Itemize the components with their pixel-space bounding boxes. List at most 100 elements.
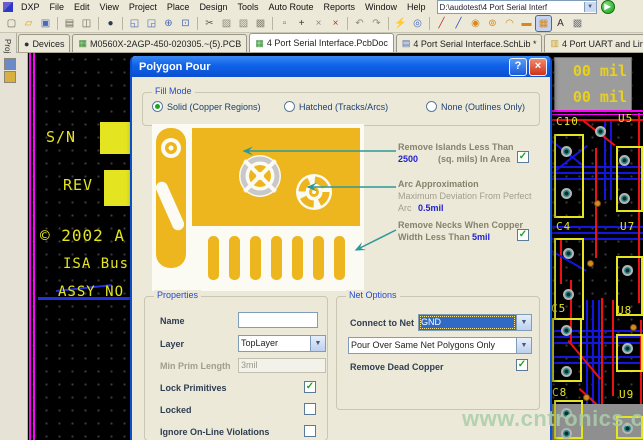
print-icon[interactable]: ▤: [62, 16, 77, 31]
pad: [561, 146, 572, 157]
tab-m0560x-2agp-450-020305-5-pcb[interactable]: ▦M0560X-2AGP-450-020305.~(5).PCB: [72, 34, 247, 52]
copy-icon[interactable]: ▨: [219, 16, 234, 31]
panel-icon[interactable]: [4, 71, 16, 83]
remove-necks-label: Remove Necks When Copper: [398, 220, 523, 230]
arc-approximation-desc: Maximum Deviation From Perfect: [398, 191, 532, 201]
menu-item-tools[interactable]: Tools: [232, 1, 263, 14]
deselect-icon[interactable]: ×: [311, 16, 326, 31]
menu-item-auto-route[interactable]: Auto Route: [263, 1, 318, 14]
toolbar-separator: [98, 17, 99, 30]
properties-caption: Properties: [154, 290, 201, 300]
tab-devices[interactable]: ●Devices: [18, 34, 70, 52]
chevron-down-icon[interactable]: ▼: [310, 336, 325, 351]
locked-label: Locked: [160, 405, 192, 415]
menu-item-help[interactable]: Help: [402, 1, 431, 14]
remove-islands-checkbox[interactable]: ✓: [517, 151, 529, 163]
move-icon[interactable]: +: [294, 16, 309, 31]
help-advisor-icon[interactable]: ▶: [601, 0, 615, 14]
pad-icon[interactable]: ◉: [468, 16, 483, 31]
radio-solid[interactable]: [152, 101, 163, 112]
interactive-route-icon[interactable]: ╱: [434, 16, 449, 31]
remove-islands-value[interactable]: 2500: [398, 154, 418, 164]
paste-array-icon[interactable]: ▩: [253, 16, 268, 31]
pad: [563, 289, 574, 300]
projects-panel-edge[interactable]: [0, 53, 28, 440]
menu-item-window[interactable]: Window: [360, 1, 402, 14]
menu-item-view[interactable]: View: [95, 1, 124, 14]
print-preview-icon[interactable]: ◫: [79, 16, 94, 31]
remove-islands-label: Remove Islands Less Than: [398, 142, 514, 152]
via-icon[interactable]: ⊚: [485, 16, 500, 31]
pour-over-value: Pour Over Same Net Polygons Only: [349, 338, 516, 353]
remove-necks-checkbox[interactable]: ✓: [517, 229, 529, 241]
component-icon[interactable]: ▩: [570, 16, 585, 31]
zoom-in-icon[interactable]: ⊕: [161, 16, 176, 31]
toolbar-separator: [122, 17, 123, 30]
clear-filter-icon[interactable]: ×: [328, 16, 343, 31]
autoroute-icon[interactable]: ⚡: [393, 16, 408, 31]
remove-necks-value[interactable]: 5mil: [472, 232, 490, 242]
arc-icon[interactable]: ◠: [502, 16, 517, 31]
tab-4-port-serial-interface-schlib[interactable]: ▤4 Port Serial Interface.SchLib *: [396, 34, 543, 52]
radio-hatched-label[interactable]: Hatched (Tracks/Arcs): [299, 102, 388, 112]
devices-icon: ●: [24, 39, 29, 49]
save-icon[interactable]: ▣: [38, 16, 53, 31]
polygon-pour-icon[interactable]: ▦: [536, 16, 551, 31]
zoom-area-icon[interactable]: ⊡: [178, 16, 193, 31]
panel-icon[interactable]: [4, 58, 16, 70]
radio-none-label[interactable]: None (Outlines Only): [441, 102, 525, 112]
paste-icon[interactable]: ▧: [236, 16, 251, 31]
menu-item-reports[interactable]: Reports: [319, 1, 361, 14]
new-document-icon[interactable]: ▢: [4, 16, 19, 31]
remove-dead-copper-checkbox[interactable]: ✓: [516, 359, 528, 371]
menu-items: DXPFileEditViewProjectPlaceDesignToolsAu…: [16, 1, 431, 14]
menu-item-design[interactable]: Design: [194, 1, 232, 14]
dxp-logo-icon: [3, 2, 13, 12]
differential-route-icon[interactable]: ╱: [451, 16, 466, 31]
connect-to-net-select[interactable]: GND ▼: [418, 314, 532, 331]
pad: [561, 325, 572, 336]
toolbar-separator: [272, 17, 273, 30]
chevron-down-icon[interactable]: ▼: [516, 338, 531, 353]
zoom-document-icon[interactable]: ◱: [127, 16, 142, 31]
ignore-violations-checkbox[interactable]: [304, 425, 316, 437]
layer-select[interactable]: TopLayer ▼: [238, 335, 326, 352]
cut-icon[interactable]: ✂: [202, 16, 217, 31]
document-path-combo[interactable]: D:\audotest\4 Port Serial Interf ▼: [437, 0, 597, 14]
fill-icon[interactable]: ▬: [519, 16, 534, 31]
menu-item-place[interactable]: Place: [162, 1, 195, 14]
pour-over-select[interactable]: Pour Over Same Net Polygons Only ▼: [348, 337, 532, 354]
tab-4-port-serial-interface-pcbdoc[interactable]: ▦4 Port Serial Interface.PcbDoc: [249, 33, 394, 52]
help-button[interactable]: ?: [509, 58, 527, 76]
silkscreen-text: S/N: [46, 128, 76, 146]
silkscreen-text: ISA Bus: [63, 256, 129, 272]
zoom-sheet-icon[interactable]: ◲: [144, 16, 159, 31]
lock-primitives-checkbox[interactable]: ✓: [304, 381, 316, 393]
connect-to-net-label: Connect to Net: [350, 318, 414, 328]
combo-dropdown-icon[interactable]: ▼: [584, 2, 596, 12]
menu-item-edit[interactable]: Edit: [69, 1, 95, 14]
close-button[interactable]: ×: [529, 58, 547, 76]
menu-item-dxp[interactable]: DXP: [16, 1, 45, 14]
radio-hatched[interactable]: [284, 101, 295, 112]
search-icon[interactable]: ◎: [410, 16, 425, 31]
undo-icon[interactable]: ↶: [352, 16, 367, 31]
dialog-titlebar[interactable]: Polygon Pour ? ×: [132, 56, 550, 77]
select-area-icon[interactable]: ▫: [277, 16, 292, 31]
locked-checkbox[interactable]: [304, 403, 316, 415]
radio-solid-label[interactable]: Solid (Copper Regions): [167, 102, 261, 112]
tab-label: 4 Port Serial Interface.SchLib *: [413, 39, 536, 49]
view-3d-icon[interactable]: ●: [103, 16, 118, 31]
menu-item-file[interactable]: File: [45, 1, 70, 14]
text-string-icon[interactable]: A: [553, 16, 568, 31]
radio-none[interactable]: [426, 101, 437, 112]
menu-item-project[interactable]: Project: [124, 1, 162, 14]
tab-4-port-uart-and-line-drivers-s[interactable]: ▥4 Port UART and Line Drivers.S: [544, 34, 643, 52]
open-icon[interactable]: ▱: [21, 16, 36, 31]
trace-segment: [29, 53, 31, 440]
measurement-line-1: 00 mil: [555, 58, 627, 84]
chevron-down-icon[interactable]: ▼: [516, 315, 531, 330]
redo-icon[interactable]: ↷: [369, 16, 384, 31]
arc-deviation-value[interactable]: 0.5mil: [418, 203, 444, 213]
name-field[interactable]: [238, 312, 318, 328]
